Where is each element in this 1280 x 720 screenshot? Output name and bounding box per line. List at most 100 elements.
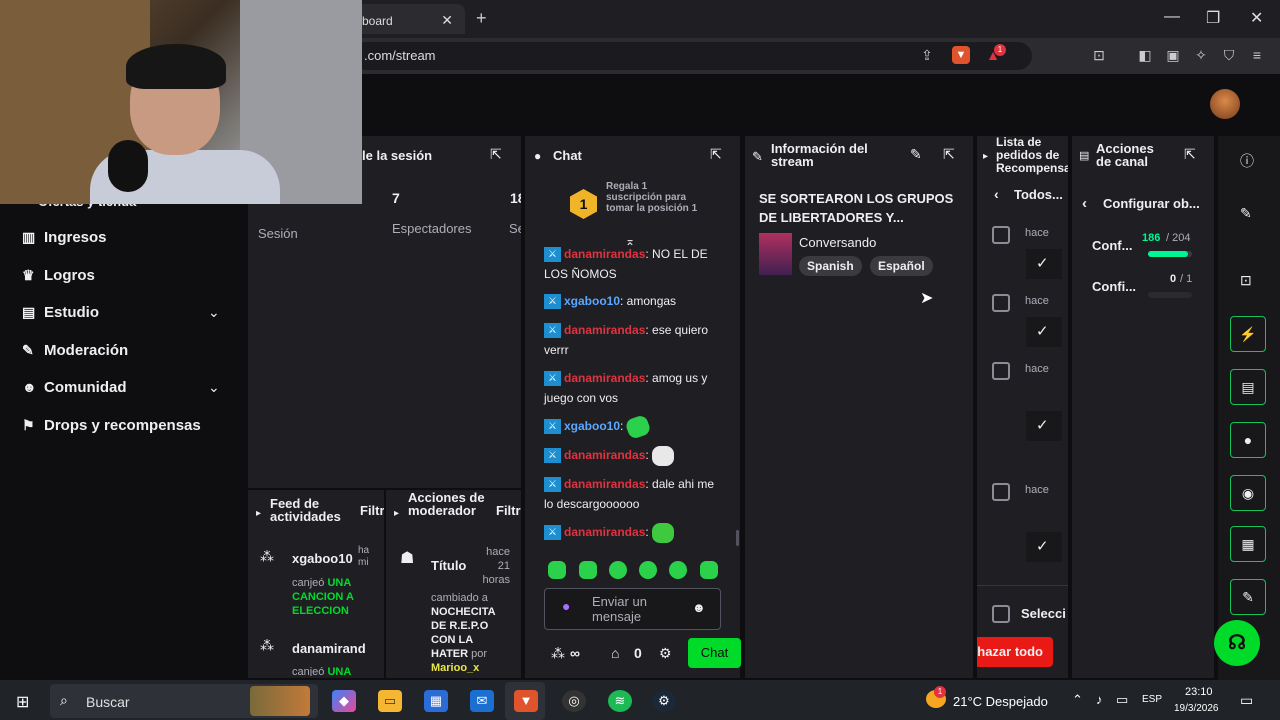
mod-actions-title: Acciones de moderador [408,490,485,518]
reward-filter[interactable]: Todos... [1014,187,1063,202]
menu-icon[interactable]: ≡ [1248,46,1266,64]
clock-time[interactable]: 23:10 [1185,686,1213,698]
edit-icon[interactable]: ✎ [910,146,922,163]
request-checkbox[interactable] [992,483,1010,501]
sidebar-item-moderacion[interactable]: ✎ Moderación [22,342,128,359]
emote-icon[interactable] [700,561,718,579]
request-checkbox[interactable] [992,226,1010,244]
store-app-icon[interactable]: ▦ [424,690,448,712]
mod-badge-icon: ⚔ [544,477,561,493]
mic-icon[interactable]: ● [562,598,570,614]
clock-date[interactable]: 19/3/2026 [1174,703,1219,714]
reject-all-button[interactable]: hazar todo [977,637,1053,667]
quick-action-lightning-icon[interactable]: ⚡ [1230,316,1266,352]
approve-check-icon[interactable]: ✓ [1036,254,1049,272]
tab-close-icon[interactable]: ✕ [441,12,453,29]
tag-pill[interactable]: Español [870,256,933,276]
emote-icon[interactable] [669,561,687,579]
configure-goal-label[interactable]: Configurar ob... [1103,196,1200,211]
new-tab-button[interactable]: + [476,8,487,29]
network-icon[interactable]: ▭ [1116,692,1128,708]
request-checkbox[interactable] [992,362,1010,380]
sidebar-item-estudio[interactable]: ▤ Estudio [22,304,99,321]
share-icon[interactable]: ⇪ [918,46,936,64]
tag-pill[interactable]: Spanish [799,256,862,276]
settings-icon[interactable]: ⚙ [659,645,672,662]
mod-badge-icon: ⚔ [544,371,561,387]
approve-check-icon[interactable]: ✓ [1036,537,1049,555]
mod-filter-button[interactable]: Filtr [496,503,521,518]
leo-ai-icon[interactable]: ✧ [1192,46,1210,64]
edit-icon[interactable]: ✎ [1240,205,1252,222]
request-checkbox[interactable] [992,294,1010,312]
screenshot-icon[interactable]: ⊡ [1090,46,1108,64]
emote-icon[interactable] [639,561,657,579]
category-name[interactable]: Conversando [799,235,876,250]
quick-action-broadcast-icon[interactable]: ◉ [1230,475,1266,511]
spotify-icon[interactable]: ≋ [608,690,632,712]
emoji-icon[interactable]: ☻ [692,600,706,615]
approve-check-icon[interactable]: ✓ [1036,416,1049,434]
sidebar-item-drops[interactable]: ⚑ Drops y recompensas [22,417,201,434]
sidebar-toggle-icon[interactable]: ◧ [1136,46,1154,64]
popout-icon[interactable]: ⇱ [943,146,955,163]
chevron-down-icon[interactable]: ⌄ [208,379,220,396]
obs-icon[interactable]: ◎ [562,690,586,712]
category-box-art[interactable] [759,233,792,275]
windows-start-icon[interactable]: ⊞ [16,692,29,712]
store-icon[interactable]: ⌂ [611,645,619,661]
notifications-icon[interactable]: ▭ [1240,692,1253,709]
gift-sub-text[interactable]: Regala 1 suscripción para tomar la posic… [606,181,706,214]
goal-label[interactable]: Confi... [1092,279,1136,294]
user-avatar[interactable] [1210,89,1240,119]
close-window-button[interactable]: ✕ [1250,8,1263,28]
chevron-left-icon[interactable]: ‹ [994,186,999,202]
minimize-button[interactable]: — [1164,8,1180,26]
info-icon[interactable]: ⓘ [1240,151,1254,171]
quick-action-chat-icon[interactable]: ● [1230,422,1266,458]
tray-chevron-icon[interactable]: ⌃ [1072,692,1083,708]
help-chat-icon[interactable]: ☊ [1214,620,1260,666]
language-indicator[interactable]: ESP [1142,694,1162,705]
steam-icon[interactable]: ⚙ [652,690,676,712]
activity-user: danamirand [292,641,366,656]
copilot-icon[interactable]: ◆ [332,690,356,712]
request-time: hace [1025,227,1049,239]
chevron-left-icon[interactable]: ‹ [1082,195,1087,212]
clip-icon[interactable]: ⊡ [1240,272,1252,289]
file-explorer-icon[interactable]: ▭ [378,690,402,712]
weather-text[interactable]: 21°C Despejado [953,694,1048,709]
url-text[interactable]: .com/stream [364,48,436,63]
outlook-icon[interactable]: ✉ [470,690,494,712]
chat-send-button[interactable]: Chat [688,638,741,668]
popout-icon[interactable]: ⇱ [1184,146,1196,163]
goal-label[interactable]: Conf... [1092,238,1132,253]
select-all-checkbox[interactable] [992,605,1010,623]
chat-panel-title: Chat [553,148,582,163]
chat-message: ⚔ danamirandas: [544,445,724,466]
chat-scrollbar[interactable] [736,530,739,546]
sidebar-item-logros[interactable]: ♛ Logros [22,267,95,284]
quick-action-document-icon[interactable]: ▤ [1230,369,1266,405]
quick-action-wrench-icon[interactable]: ✎ [1230,579,1266,615]
emote-icon[interactable] [579,561,597,579]
emote-icon[interactable] [609,561,627,579]
chevron-down-icon[interactable]: ⌄ [208,304,220,321]
drops-icon: ⚑ [22,417,35,433]
sidebar-item-ingresos[interactable]: ▥ Ingresos [22,229,107,246]
popout-icon[interactable]: ⇱ [490,146,502,163]
wallet-icon[interactable]: ▣ [1164,46,1182,64]
channel-points-icon[interactable]: ⁂ [551,645,565,662]
vpn-icon[interactable]: ⛉ [1220,46,1238,64]
approve-check-icon[interactable]: ✓ [1036,322,1049,340]
popout-icon[interactable]: ⇱ [710,146,722,163]
sidebar-item-comunidad[interactable]: ☻ Comunidad [22,379,127,396]
sidebar-item-label: Logros [44,267,95,284]
maximize-button[interactable]: ❐ [1206,8,1220,28]
quick-action-layout-icon[interactable]: ▦ [1230,526,1266,562]
activity-filter-button[interactable]: Filtr [360,503,384,518]
brave-browser-icon[interactable]: ▼ [514,690,538,712]
emote-icon[interactable] [548,561,566,579]
microphone-icon[interactable]: ♪ [1096,692,1103,707]
brave-shield-icon[interactable]: ▼ [952,46,970,64]
